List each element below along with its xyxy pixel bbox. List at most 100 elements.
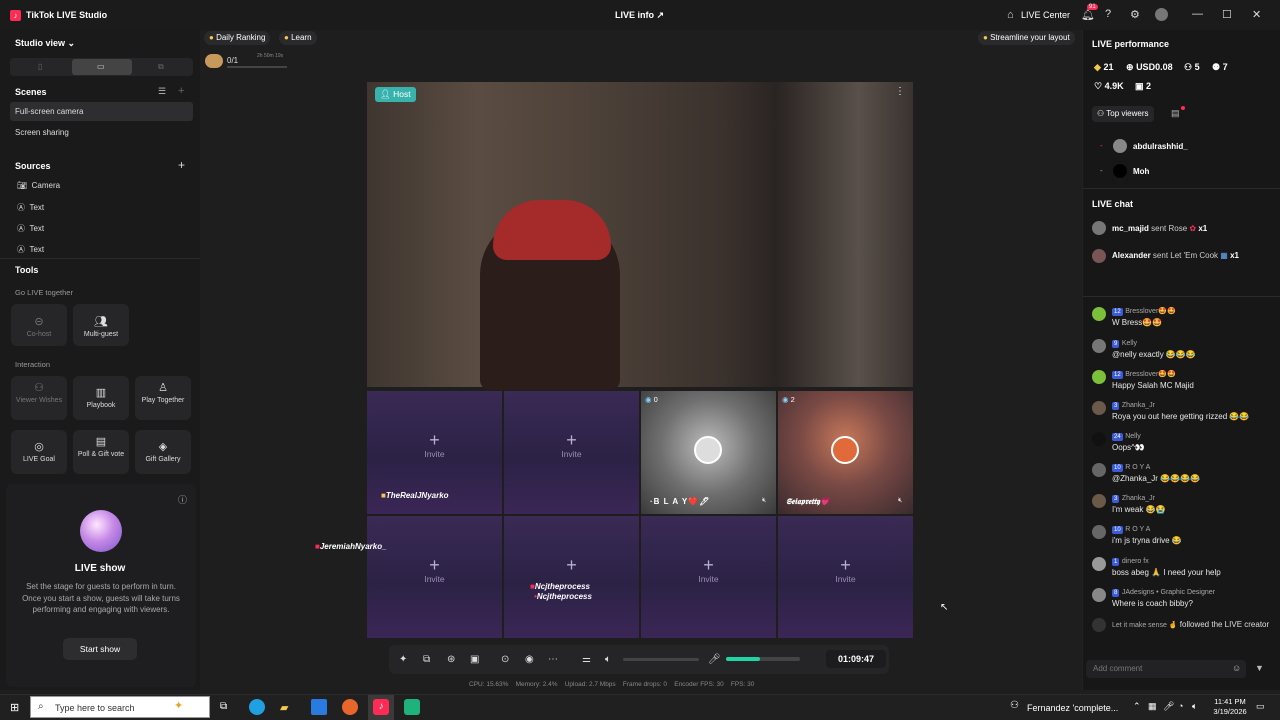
diamond-icon: ◉ [645, 395, 652, 404]
firefox-icon[interactable] [342, 699, 358, 715]
chat-username[interactable]: Kelly [1122, 340, 1137, 347]
source-text[interactable]: Ⓐ Text [17, 223, 44, 234]
taskbar-notification[interactable]: Fernandez 'complete... [1027, 703, 1118, 713]
volume-icon[interactable]: 🔈︎ [1192, 701, 1197, 712]
help-icon[interactable]: ? [1105, 8, 1111, 20]
mic-muted-icon[interactable]: 🔇︎ [898, 497, 902, 505]
studio-view-dropdown[interactable]: Studio view ⌄ [15, 38, 75, 49]
chat-username[interactable]: Zhanka_Jr [1122, 495, 1155, 502]
close-icon[interactable]: ✕ [1252, 8, 1261, 21]
source-label: Text [29, 224, 45, 233]
maximize-icon[interactable]: ☐ [1222, 8, 1232, 21]
poll-gift-vote-button[interactable]: ▤ Poll & Gift vote [73, 430, 129, 474]
chat-username[interactable]: JAdesigns • Graphic Designer [1122, 589, 1215, 596]
guest-count: ◉ 2 [782, 395, 795, 404]
chat-username[interactable]: dinero fx [1122, 558, 1149, 565]
add-source-icon[interactable]: + [178, 158, 185, 172]
filter-icon[interactable]: ▼ [1255, 663, 1264, 673]
store-icon[interactable] [311, 699, 327, 715]
invite-slot[interactable]: + Invite [504, 391, 639, 514]
windows-start-icon[interactable]: ⊞ [10, 701, 19, 714]
gift-list-icon[interactable]: ▤ [1171, 108, 1180, 119]
chat-username[interactable]: Nelly [1125, 433, 1141, 440]
follow-text: followed the LIVE creator [1179, 620, 1270, 629]
layout-icon[interactable]: ▣ [470, 654, 479, 665]
multiguest-label: Multi-guest [83, 331, 119, 338]
filter-icon[interactable]: ⊛ [447, 654, 455, 665]
speaker-icon[interactable]: 🔈︎ [605, 654, 611, 665]
wifi-icon[interactable]: ◔ [1178, 701, 1183, 711]
dual-layout-icon[interactable]: ⧉ [158, 62, 164, 72]
task-view-icon[interactable]: ⧉ [220, 701, 227, 712]
app-icon[interactable] [404, 699, 420, 715]
gear-icon[interactable]: ⚙ [1130, 8, 1140, 21]
playbook-button[interactable]: ▥ Playbook [73, 376, 129, 420]
effects-icon[interactable]: ✦ [399, 654, 407, 665]
chat-username[interactable]: Bresslover🤩🤩 [1125, 371, 1176, 378]
scene-full-screen-camera[interactable]: Full-screen camera [15, 107, 83, 116]
network-icon[interactable]: ▦ [1148, 701, 1157, 712]
notification-center-icon[interactable]: ▭ [1256, 701, 1265, 712]
chat-username[interactable]: Zhanka_Jr [1122, 402, 1155, 409]
invite-slot[interactable]: + Invite [778, 516, 913, 638]
record-icon[interactable]: ⊙ [501, 654, 509, 665]
minimize-icon[interactable]: — [1192, 8, 1203, 20]
multiguest-button[interactable]: 👥︎ Multi-guest [73, 304, 129, 346]
chat-message-text: W Bress🤩🤩 [1112, 318, 1163, 327]
file-explorer-icon[interactable]: ▰ [280, 701, 288, 714]
source-text[interactable]: Ⓐ Text [17, 244, 44, 255]
microphone-icon[interactable]: 🎤︎ [708, 654, 721, 665]
enhance-icon[interactable]: ⧉ [423, 654, 430, 665]
mic-muted-icon[interactable]: 🔇︎ [762, 497, 766, 505]
speaker-volume-slider[interactable] [623, 658, 699, 661]
start-show-button[interactable]: Start show [63, 638, 137, 660]
tiktok-logo-icon: ♪ [10, 10, 21, 21]
level-badge: 3 [1112, 402, 1120, 410]
level-badge: 3 [1112, 495, 1120, 503]
emoji-icon[interactable]: ☺ [1232, 663, 1241, 673]
source-text[interactable]: Ⓐ Text [17, 202, 44, 213]
play-together-button[interactable]: ♙ Play Together [135, 376, 191, 420]
scene-screen-sharing[interactable]: Screen sharing [15, 128, 69, 137]
list-icon[interactable]: ☰ [158, 86, 166, 97]
streamline-layout-button[interactable]: ● Streamline your layout [978, 31, 1075, 45]
daily-ranking-button[interactable]: ● Daily Ranking [204, 31, 271, 45]
live-info-button[interactable]: LIVE info ↗ [615, 10, 664, 21]
portrait-icon[interactable]: ▯ [38, 62, 42, 71]
mic-tray-icon[interactable]: 🎤︎ [1163, 701, 1174, 712]
invite-slot[interactable]: + Invite [367, 516, 502, 638]
chat-username[interactable]: Bresslover🤩🤩 [1125, 308, 1176, 315]
top-viewer-name[interactable]: Moh [1133, 167, 1149, 176]
top-viewer-name[interactable]: abdulrashhid_ [1133, 142, 1188, 151]
level-badge: 10 [1112, 464, 1123, 472]
cohost-button[interactable]: ⊝ Co-host [11, 304, 67, 346]
avatar[interactable] [1155, 8, 1168, 21]
source-camera[interactable]: 📷︎ Camera [17, 181, 60, 190]
more-options-icon[interactable]: ⋮ [895, 86, 905, 97]
gift-gallery-button[interactable]: ◈ Gift Gallery [135, 430, 191, 474]
edge-icon[interactable] [249, 699, 265, 715]
live-goal-button[interactable]: ◎ LIVE Goal [11, 430, 67, 474]
chevron-down-icon: ⌄ [67, 38, 76, 48]
chevron-up-icon[interactable]: ⌃ [1133, 701, 1141, 712]
chat-username[interactable]: R O Y A [1125, 526, 1150, 533]
viewer-wishes-button[interactable]: ⚇ Viewer Wishes [11, 376, 67, 420]
live-center-button[interactable]: LIVE Center [1021, 10, 1070, 20]
chat-message-header: 3 Zhanka_Jr [1112, 492, 1155, 503]
replay-icon[interactable]: ◉ [525, 654, 534, 665]
add-scene-icon[interactable]: + [178, 85, 184, 97]
live-show-description: Set the stage for guests to perform in t… [22, 582, 180, 614]
clock[interactable]: 11:41 PM 3/19/2026 [1208, 697, 1252, 717]
more-icon[interactable]: ⋯ [548, 654, 558, 665]
chat-message-header: 10 R O Y A [1112, 461, 1150, 472]
top-viewers-tab[interactable]: ⚇ Top viewers [1092, 106, 1154, 122]
help-icon[interactable]: ⓘ [178, 493, 187, 506]
invite-slot[interactable]: + [504, 516, 639, 638]
scenes-title: Scenes [15, 87, 47, 97]
overlay-name-text: Ncjtheprocess [534, 582, 590, 591]
settings-sliders-icon[interactable]: ⚌ [582, 654, 591, 665]
divider [1083, 188, 1280, 189]
chat-username[interactable]: R O Y A [1125, 464, 1150, 471]
invite-slot[interactable]: + Invite [641, 516, 776, 638]
learn-button[interactable]: ● Learn [279, 31, 317, 45]
